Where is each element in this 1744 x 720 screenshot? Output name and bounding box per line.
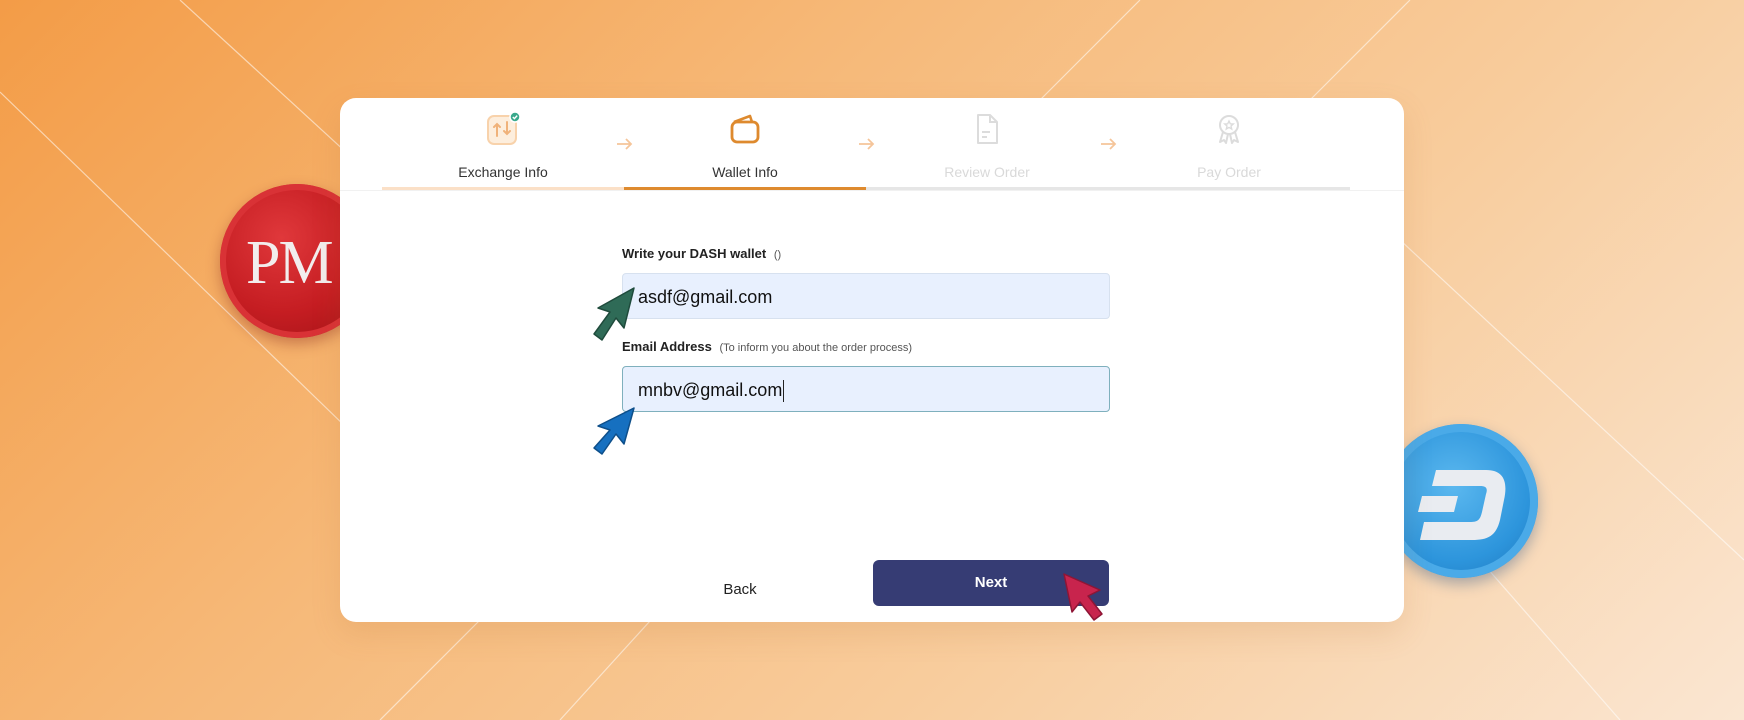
email-field-label: Email Address (To inform you about the o… bbox=[622, 339, 1110, 354]
stepper: Exchange Info Wallet Info Review Order P… bbox=[382, 98, 1350, 190]
step-label: Review Order bbox=[944, 164, 1030, 180]
wallet-field-label: Write your DASH wallet () bbox=[622, 246, 1110, 261]
red-cursor-icon bbox=[1063, 573, 1103, 621]
step-review-order[interactable]: Review Order bbox=[866, 98, 1108, 190]
step-label: Exchange Info bbox=[458, 164, 548, 180]
back-button[interactable]: Back bbox=[680, 568, 800, 612]
dash-logo-icon bbox=[1418, 470, 1506, 540]
blue-cursor-icon bbox=[593, 407, 635, 455]
email-input[interactable]: mnbv@gmail.com bbox=[622, 366, 1110, 412]
wallet-label-hint: () bbox=[773, 249, 782, 261]
step-pay-order[interactable]: Pay Order bbox=[1108, 98, 1350, 190]
wallet-label-text: Write your DASH wallet bbox=[622, 246, 767, 261]
green-cursor-icon bbox=[593, 287, 635, 341]
wallet-icon bbox=[730, 114, 760, 144]
perfect-money-logo-text: PM bbox=[246, 229, 334, 297]
exchange-wizard-card: Exchange Info Wallet Info Review Order P… bbox=[340, 98, 1404, 622]
document-icon bbox=[977, 114, 998, 144]
exchange-arrows-icon bbox=[487, 112, 520, 145]
wallet-form: Write your DASH wallet () asdf@gmail.com… bbox=[622, 246, 1110, 412]
step-label: Pay Order bbox=[1197, 164, 1261, 180]
dash-coin bbox=[1384, 424, 1538, 578]
award-badge-icon bbox=[1219, 115, 1239, 144]
step-wallet-info[interactable]: Wallet Info bbox=[624, 98, 866, 190]
dash-wallet-input[interactable]: asdf@gmail.com bbox=[622, 273, 1110, 319]
text-caret bbox=[783, 380, 785, 403]
email-input-value: mnbv@gmail.com bbox=[638, 380, 783, 400]
dash-wallet-input-value: asdf@gmail.com bbox=[638, 287, 773, 307]
step-exchange-info[interactable]: Exchange Info bbox=[382, 98, 624, 190]
step-label: Wallet Info bbox=[712, 164, 778, 180]
stepper-divider bbox=[340, 190, 1404, 191]
email-label-hint: (To inform you about the order process) bbox=[719, 342, 913, 354]
